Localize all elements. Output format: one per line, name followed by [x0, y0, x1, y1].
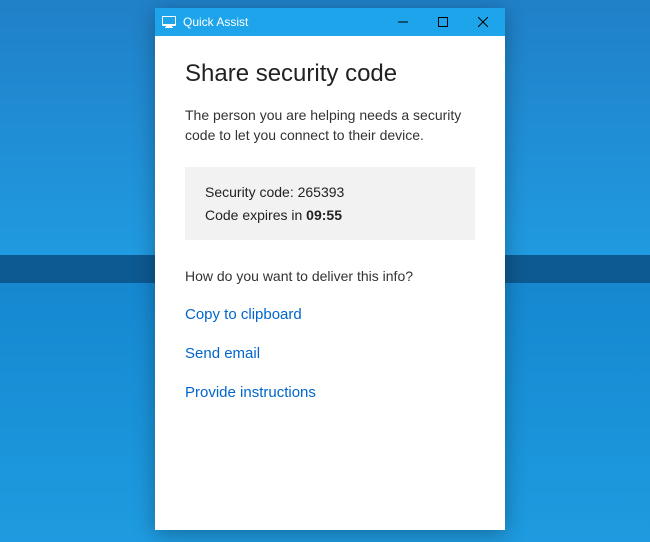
- copy-to-clipboard-link[interactable]: Copy to clipboard: [185, 306, 475, 323]
- quick-assist-window: Quick Assist Share security code The per…: [155, 8, 505, 530]
- provide-instructions-link[interactable]: Provide instructions: [185, 384, 475, 401]
- code-expires-time: 09:55: [306, 207, 342, 223]
- close-button[interactable]: [463, 8, 503, 36]
- window-content: Share security code The person you are h…: [155, 36, 505, 530]
- security-code-line: Security code: 265393: [205, 181, 455, 203]
- page-description: The person you are helping needs a secur…: [185, 106, 475, 145]
- send-email-link[interactable]: Send email: [185, 345, 475, 362]
- security-code-label: Security code:: [205, 184, 294, 200]
- delivery-prompt: How do you want to deliver this info?: [185, 268, 475, 284]
- maximize-button[interactable]: [423, 8, 463, 36]
- window-titlebar[interactable]: Quick Assist: [155, 8, 505, 36]
- code-expires-line: Code expires in 09:55: [205, 204, 455, 226]
- app-icon: [161, 14, 177, 30]
- window-controls: [383, 8, 503, 36]
- minimize-button[interactable]: [383, 8, 423, 36]
- window-title: Quick Assist: [183, 15, 383, 29]
- page-title: Share security code: [185, 60, 475, 88]
- security-code-value: 265393: [298, 184, 345, 200]
- code-expires-label: Code expires in: [205, 207, 302, 223]
- security-code-box: Security code: 265393 Code expires in 09…: [185, 167, 475, 240]
